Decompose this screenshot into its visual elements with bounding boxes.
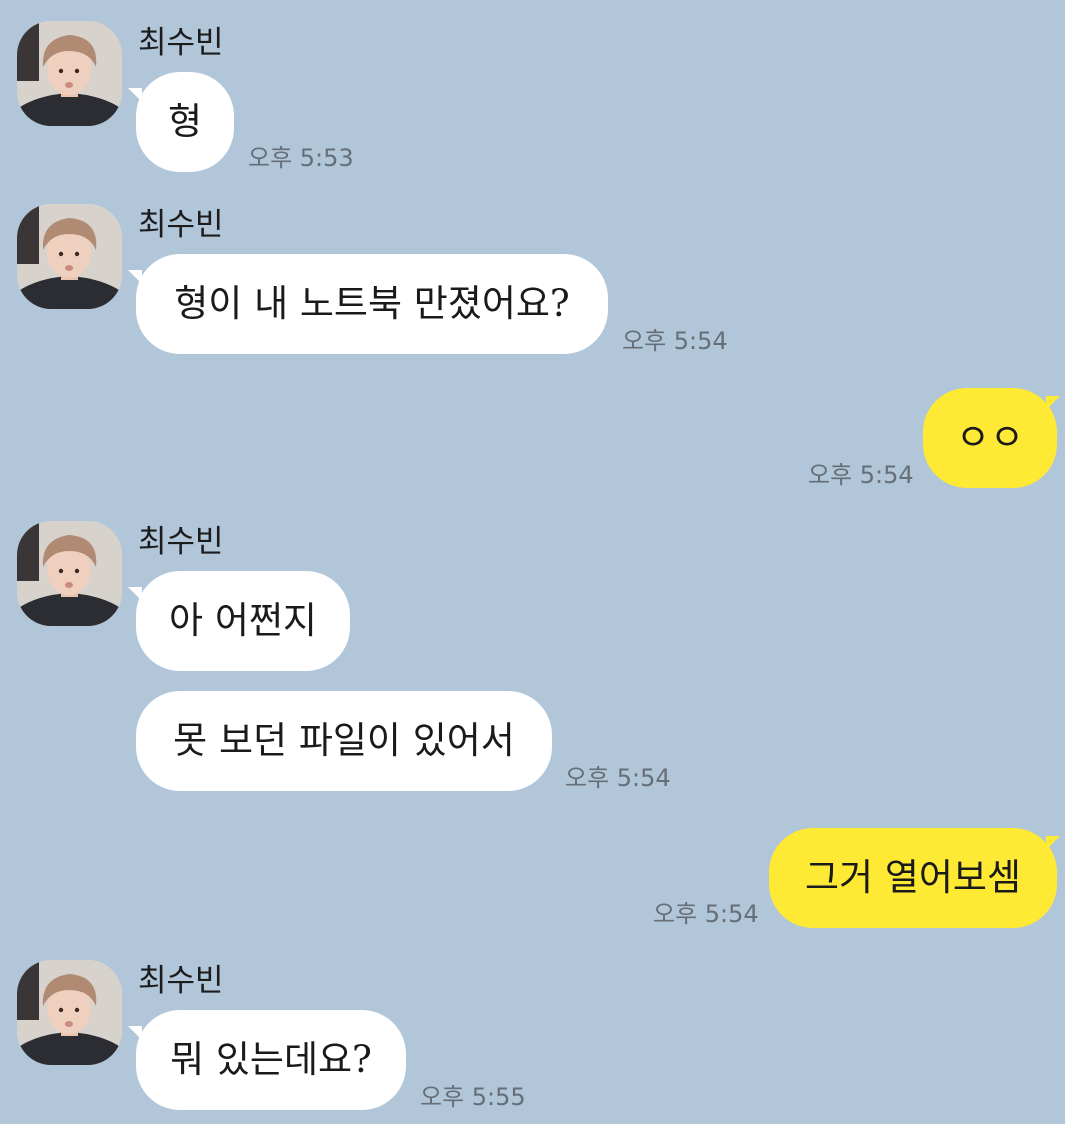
message-timestamp: 오후 5:54 [653,900,759,928]
message-bubble-incoming[interactable]: 형이 내 노트북 만졌어요? [136,254,608,354]
profile-photo-icon [17,204,122,309]
profile-photo-icon [17,21,122,126]
message-timestamp: 오후 5:54 [622,327,728,355]
avatar[interactable] [17,204,122,309]
sender-name: 최수빈 [138,25,224,61]
message-timestamp: 오후 5:54 [565,764,671,792]
message-bubble-incoming[interactable]: 뭐 있는데요? [136,1010,406,1110]
sender-name: 최수빈 [138,524,224,560]
sender-name: 최수빈 [138,207,224,243]
message-bubble-incoming[interactable]: 아 어쩐지 [136,571,350,671]
message-timestamp: 오후 5:55 [420,1083,526,1111]
profile-photo-icon [17,521,122,626]
avatar[interactable] [17,21,122,126]
message-bubble-incoming[interactable]: 형 [136,72,234,172]
message-timestamp: 오후 5:53 [248,144,354,172]
message-bubble-outgoing[interactable]: 그거 열어보셈 [769,828,1057,928]
message-timestamp: 오후 5:54 [808,461,914,489]
sender-name: 최수빈 [138,963,224,999]
message-bubble-incoming[interactable]: 못 보던 파일이 있어서 [136,691,552,791]
avatar[interactable] [17,521,122,626]
bubble-tail [1046,836,1060,850]
message-bubble-outgoing[interactable]: ㅇㅇ [923,388,1057,488]
avatar[interactable] [17,960,122,1065]
bubble-tail [1046,396,1060,410]
profile-photo-icon [17,960,122,1065]
